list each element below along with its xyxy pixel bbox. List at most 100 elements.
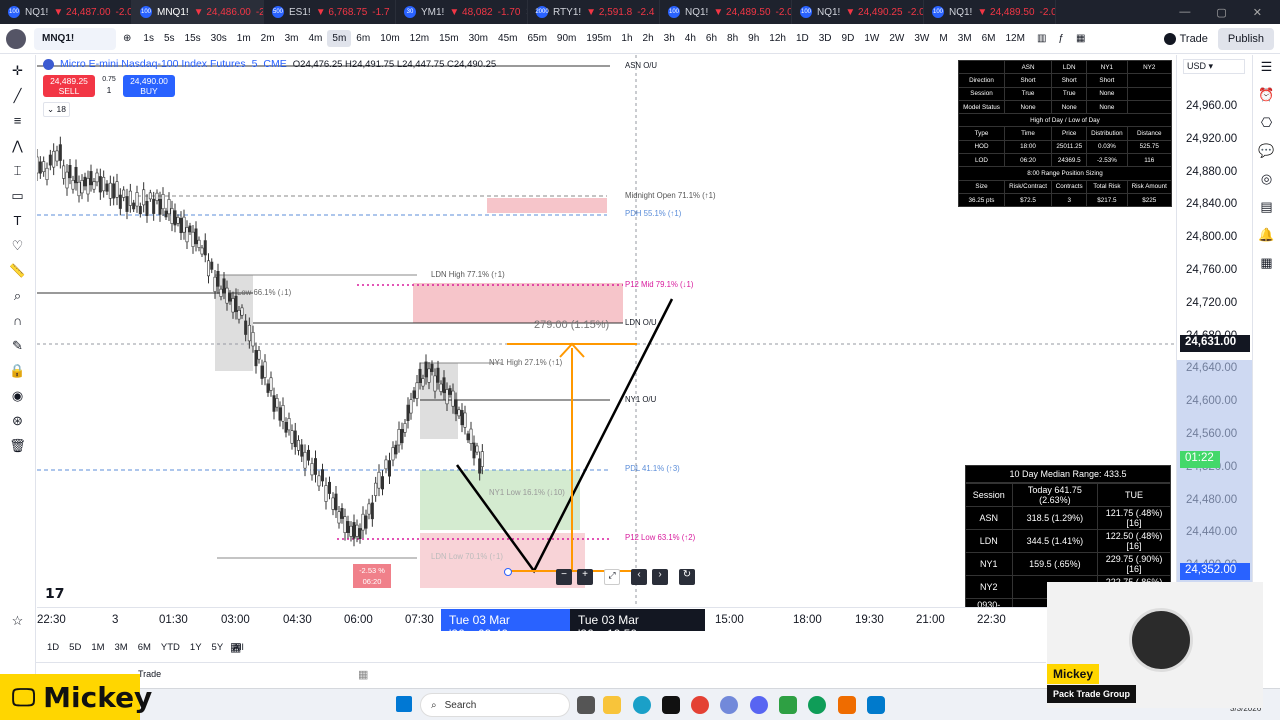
ruler-icon[interactable]: 📏 bbox=[7, 261, 29, 280]
interval-195m[interactable]: 195m bbox=[581, 30, 616, 47]
date-range-icon[interactable]: ▦ bbox=[230, 640, 241, 654]
interval-90m[interactable]: 90m bbox=[552, 30, 581, 47]
panel-grid-icon[interactable]: ▦ bbox=[358, 668, 368, 681]
interval-3h[interactable]: 3h bbox=[659, 30, 680, 47]
avatar[interactable] bbox=[6, 28, 26, 49]
lock-icon[interactable]: 🔒 bbox=[7, 361, 29, 380]
range-6M[interactable]: 6M bbox=[138, 642, 151, 653]
alert-icon[interactable]: ⏰ bbox=[1258, 87, 1274, 103]
interval-5s[interactable]: 5s bbox=[159, 30, 180, 47]
interval-12h[interactable]: 12h bbox=[764, 30, 791, 47]
range-YTD[interactable]: YTD bbox=[161, 642, 180, 653]
indicators-icon[interactable]: ƒ bbox=[1053, 30, 1069, 47]
ninja-icon[interactable] bbox=[838, 696, 856, 714]
interval-5m[interactable]: 5m bbox=[327, 30, 352, 47]
browser-tab[interactable]: 500ES1!▼ 6,768.75-1.7✕ bbox=[264, 0, 396, 24]
trash-icon[interactable]: 🗑 bbox=[7, 436, 29, 455]
tree-icon[interactable]: ⊛ bbox=[7, 411, 29, 430]
browser-tab[interactable]: 2000RTY1!▼ 2,591.8-2.4✕ bbox=[528, 0, 660, 24]
minimize-icon[interactable]: — bbox=[1179, 6, 1190, 18]
interval-10m[interactable]: 10m bbox=[375, 30, 404, 47]
interval-8h[interactable]: 8h bbox=[722, 30, 743, 47]
interval-12M[interactable]: 12M bbox=[1001, 30, 1030, 47]
interval-12m[interactable]: 12m bbox=[405, 30, 434, 47]
heart-icon[interactable]: ♡ bbox=[7, 236, 29, 255]
interval-3D[interactable]: 3D bbox=[814, 30, 837, 47]
browser-tab[interactable]: 30YM1!▼ 48,082-1.70✕ bbox=[396, 0, 528, 24]
reset-button[interactable]: ↻ bbox=[679, 569, 695, 585]
interval-1h[interactable]: 1h bbox=[616, 30, 637, 47]
chrome-icon[interactable] bbox=[691, 696, 709, 714]
currency-select[interactable]: USD ▾ bbox=[1183, 59, 1245, 74]
data-window-icon[interactable]: ⎔ bbox=[1261, 115, 1272, 131]
range-1D[interactable]: 1D bbox=[47, 642, 59, 653]
interval-3m[interactable]: 3m bbox=[280, 30, 304, 47]
interval-4m[interactable]: 4m bbox=[303, 30, 327, 47]
range-5Y[interactable]: 5Y bbox=[212, 642, 224, 653]
browser-tab[interactable]: 100NQ1!▼ 24,487.00-2.0✕ bbox=[0, 0, 132, 24]
indicators-toggle[interactable]: ⌄ 18 bbox=[43, 102, 70, 117]
close-icon[interactable]: ✕ bbox=[1253, 6, 1262, 19]
price-axis[interactable]: USD ▾ 24,960.00 24,920.00 24,880.00 24,840.… bbox=[1176, 55, 1252, 607]
compare-icon[interactable]: ⊕ bbox=[118, 30, 136, 47]
interval-2W[interactable]: 2W bbox=[884, 30, 909, 47]
browser-tab[interactable]: 100NQ1!▼ 24,490.25-2.0✕ bbox=[792, 0, 924, 24]
windows-start-icon[interactable] bbox=[396, 696, 412, 712]
zoom-out-button[interactable]: − bbox=[556, 569, 572, 585]
interval-9h[interactable]: 9h bbox=[743, 30, 764, 47]
text-icon[interactable]: T bbox=[7, 211, 29, 230]
app-icon[interactable] bbox=[720, 696, 738, 714]
interval-3W[interactable]: 3W bbox=[909, 30, 934, 47]
interval-3M[interactable]: 3M bbox=[953, 30, 977, 47]
buy-button[interactable]: 24,490.00 BUY bbox=[123, 75, 175, 97]
publish-button[interactable]: Publish bbox=[1217, 27, 1274, 50]
vscode-icon[interactable] bbox=[867, 696, 885, 714]
discord-icon[interactable] bbox=[750, 696, 768, 714]
anchor-handle[interactable] bbox=[504, 568, 512, 576]
file-explorer-icon[interactable] bbox=[603, 696, 621, 714]
measure-tool-icon[interactable]: ⌶ bbox=[7, 161, 29, 180]
calendar-icon[interactable]: ▤ bbox=[1260, 199, 1272, 215]
interval-6h[interactable]: 6h bbox=[701, 30, 722, 47]
pattern-icon[interactable]: ⋀ bbox=[7, 136, 29, 155]
maximize-icon[interactable]: ▢ bbox=[1216, 6, 1226, 19]
interval-1s[interactable]: 1s bbox=[138, 30, 159, 47]
lock-drawing-icon[interactable]: ✎ bbox=[7, 336, 29, 355]
trade-button[interactable]: Trade bbox=[1156, 29, 1216, 49]
chart-type-icon[interactable]: ▥ bbox=[1032, 30, 1051, 47]
watchlist-icon[interactable]: ☰ bbox=[1261, 59, 1273, 75]
interval-30m[interactable]: 30m bbox=[464, 30, 493, 47]
browser-icon[interactable] bbox=[808, 696, 826, 714]
taskbar-search[interactable]: ⌕ Search bbox=[420, 693, 570, 717]
eye-icon[interactable]: ◉ bbox=[7, 386, 29, 405]
interval-1m[interactable]: 1m bbox=[232, 30, 256, 47]
interval-2h[interactable]: 2h bbox=[638, 30, 659, 47]
zoom-in-button[interactable]: + bbox=[577, 569, 593, 585]
rectangle-icon[interactable]: ▭ bbox=[7, 186, 29, 205]
scroll-left-button[interactable]: ‹ bbox=[631, 569, 647, 585]
interval-45m[interactable]: 45m bbox=[493, 30, 522, 47]
zoom-icon[interactable]: ⌕ bbox=[7, 286, 29, 305]
edge-icon[interactable] bbox=[633, 696, 651, 714]
notes-icon[interactable] bbox=[779, 696, 797, 714]
magnet-icon[interactable]: ∩ bbox=[7, 311, 29, 330]
range-3M[interactable]: 3M bbox=[115, 642, 128, 653]
tradingview-icon[interactable] bbox=[662, 696, 680, 714]
interval-2m[interactable]: 2m bbox=[256, 30, 280, 47]
interval-9D[interactable]: 9D bbox=[837, 30, 860, 47]
interval-6m[interactable]: 6m bbox=[351, 30, 375, 47]
projection-path[interactable] bbox=[455, 298, 674, 574]
task-view-icon[interactable] bbox=[577, 696, 595, 714]
chat-icon[interactable]: 💬 bbox=[1258, 143, 1274, 159]
star-icon[interactable]: ☆ bbox=[7, 611, 29, 630]
interval-6M[interactable]: 6M bbox=[977, 30, 1001, 47]
symbol-search[interactable]: MNQ1! bbox=[34, 27, 116, 50]
range-1Y[interactable]: 1Y bbox=[190, 642, 202, 653]
trend-line-icon[interactable]: ╱ bbox=[7, 86, 29, 105]
ideas-icon[interactable]: ◎ bbox=[1261, 171, 1272, 187]
interval-4h[interactable]: 4h bbox=[680, 30, 701, 47]
sell-button[interactable]: 24,489.25 SELL bbox=[43, 75, 95, 97]
range-1M[interactable]: 1M bbox=[91, 642, 104, 653]
interval-65m[interactable]: 65m bbox=[522, 30, 551, 47]
layout-icon[interactable]: ▦ bbox=[1071, 30, 1090, 47]
